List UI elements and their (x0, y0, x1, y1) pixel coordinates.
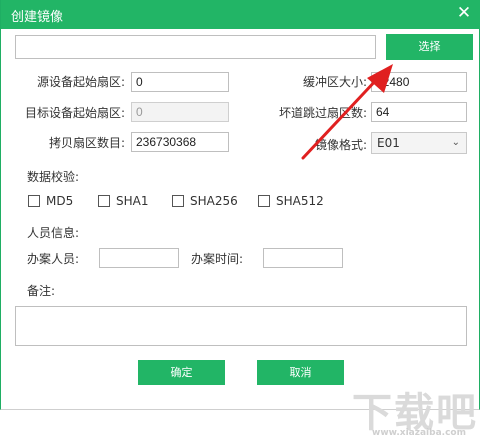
sha1-checkbox[interactable] (98, 195, 110, 207)
chevron-down-icon: ⌄ (451, 137, 460, 148)
personnel-label: 人员信息: (27, 226, 80, 240)
path-input[interactable] (15, 35, 376, 59)
handler-input[interactable] (99, 248, 179, 268)
target-start-input[interactable] (131, 102, 229, 122)
notes-textarea[interactable] (15, 306, 467, 346)
checksum-label: 数据校验: (27, 170, 80, 184)
title-bar: 创建镜像 ✕ (1, 0, 480, 29)
sha512-label: SHA512 (276, 194, 324, 208)
ok-button[interactable]: 确定 (138, 360, 225, 385)
sha1-label: SHA1 (116, 194, 149, 208)
copy-count-label: 拷贝扇区数目: (48, 136, 125, 150)
annotation-arrow-icon (301, 64, 393, 160)
md5-checkbox[interactable] (28, 195, 40, 207)
sha256-checkbox[interactable] (172, 195, 184, 207)
select-button[interactable]: 选择 (386, 34, 473, 60)
handler-label: 办案人员: (27, 252, 80, 266)
sha512-checkbox[interactable] (258, 195, 270, 207)
sha256-label: SHA256 (190, 194, 238, 208)
create-image-dialog: 创建镜像 ✕ 选择 源设备起始扇区: 目标设备起始扇区: 拷贝扇区数目: 缓冲区… (0, 0, 480, 410)
case-time-input[interactable] (263, 248, 343, 268)
close-icon[interactable]: ✕ (455, 4, 473, 22)
case-time-label: 办案时间: (191, 252, 244, 266)
source-start-input[interactable] (131, 72, 229, 92)
md5-label: MD5 (46, 194, 74, 208)
dialog-title: 创建镜像 (11, 10, 64, 25)
notes-label: 备注: (27, 284, 56, 298)
source-start-label: 源设备起始扇区: (36, 75, 125, 89)
copy-count-input[interactable] (131, 132, 229, 152)
watermark-url: www.xiazaiba.com (372, 428, 466, 438)
cancel-button[interactable]: 取消 (257, 360, 344, 385)
target-start-label: 目标设备起始扇区: (24, 106, 125, 120)
